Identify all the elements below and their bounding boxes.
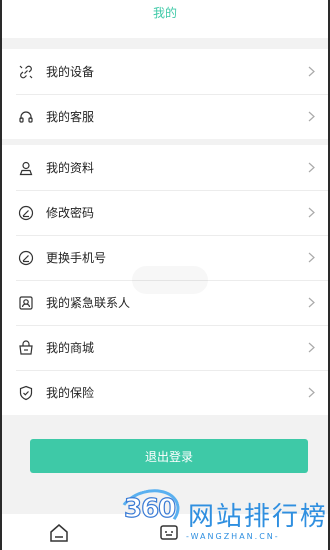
menu-item-my-store[interactable]: 我的商城 (2, 325, 328, 370)
menu-item-change-password[interactable]: 修改密码 (2, 190, 328, 235)
watermark-title: 网站排行榜 (188, 502, 329, 532)
menu-item-label: 修改密码 (46, 206, 95, 220)
chevron-right-icon (306, 252, 316, 264)
menu-item-label: 我的保险 (46, 386, 95, 400)
edit-circle-icon (18, 250, 34, 266)
page-header: 我的 (2, 0, 328, 38)
chevron-right-icon (306, 66, 316, 78)
link-icon (18, 64, 34, 80)
home-icon (50, 524, 68, 542)
menu-item-label: 更换手机号 (46, 251, 107, 265)
edit-circle-icon (18, 205, 34, 221)
logout-button[interactable]: 退出登录 (30, 439, 308, 473)
menu-item-my-profile[interactable]: 我的资料 (2, 145, 328, 190)
basket-icon (18, 339, 34, 356)
shield-check-icon (18, 385, 34, 401)
menu-item-label: 我的商城 (46, 341, 95, 355)
menu-item-label: 我的紧急联系人 (46, 296, 131, 310)
chevron-right-icon (306, 207, 316, 219)
menu-item-label: 我的资料 (46, 161, 95, 175)
menu-item-my-devices[interactable]: 我的设备 (2, 49, 328, 94)
menu-item-label: 我的客服 (46, 110, 95, 124)
tab-home[interactable] (46, 520, 72, 546)
settings-group-devices: 我的设备 我的客服 (2, 49, 328, 139)
toast-overlay (132, 266, 208, 294)
menu-item-label: 我的设备 (46, 65, 95, 79)
watermark-logo: 360 网站排行榜 -WANGZHAN.CN- (113, 482, 330, 550)
chevron-right-icon (306, 387, 316, 399)
menu-item-my-insurance[interactable]: 我的保险 (2, 370, 328, 415)
chevron-right-icon (306, 297, 316, 309)
chevron-right-icon (306, 111, 316, 123)
chevron-right-icon (306, 342, 316, 354)
chevron-right-icon (306, 162, 316, 174)
watermark-url: -WANGZHAN.CN- (186, 532, 280, 541)
contact-icon (18, 295, 34, 311)
watermark-brand: 360 (123, 493, 176, 524)
menu-item-my-service[interactable]: 我的客服 (2, 94, 328, 139)
headset-icon (18, 109, 34, 125)
page-title: 我的 (152, 5, 177, 20)
user-icon (18, 160, 34, 176)
